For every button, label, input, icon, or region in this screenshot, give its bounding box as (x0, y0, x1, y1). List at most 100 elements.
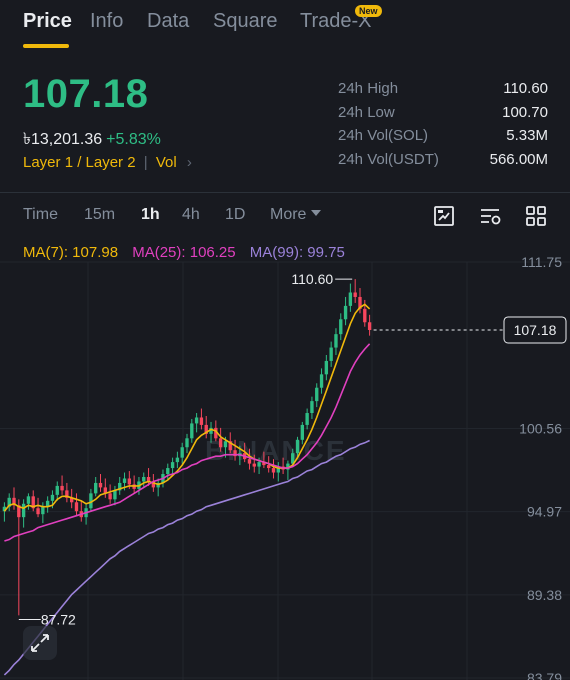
candle-body (329, 347, 333, 361)
tab-square[interactable]: Square (213, 10, 278, 33)
interval-more[interactable]: More (270, 206, 322, 224)
stat-label: 24h Low (338, 103, 395, 121)
candle-body (223, 441, 228, 448)
last-price: 107.18 (23, 72, 149, 116)
candle-body (199, 417, 204, 425)
candle-body (170, 462, 175, 469)
active-tab-indicator (23, 44, 69, 48)
layout-grid-icon[interactable] (524, 204, 548, 228)
tag-separator: | (143, 154, 148, 171)
stat-row-low: 24h Low 100.70 (338, 104, 548, 128)
stat-value: 100.70 (502, 103, 548, 121)
tab-data[interactable]: Data (147, 10, 189, 33)
tab-price[interactable]: Price (23, 10, 72, 33)
top-tab-bar: Price Info Data Square Trade-X New (0, 0, 570, 52)
candle-body (339, 319, 343, 335)
stat-value: 110.60 (503, 80, 548, 97)
price-chart[interactable]: BINANCE111.75100.5694.9789.3883.79110.60… (0, 232, 570, 680)
new-badge: New (355, 5, 382, 17)
candle-body (175, 457, 180, 463)
candle-body (166, 468, 170, 475)
chevron-right-icon[interactable]: › (187, 154, 192, 171)
candle-body (190, 423, 194, 439)
candle-body (185, 438, 189, 448)
ma-legend: MA(7): 107.98 MA(25): 106.25 MA(99): 99.… (23, 244, 355, 261)
candle-body (142, 476, 146, 482)
expand-icon (31, 634, 49, 652)
fullscreen-button[interactable] (23, 626, 57, 660)
candle-body (180, 447, 184, 458)
candle-body (113, 490, 117, 500)
candle-body (300, 424, 305, 440)
candle-body (41, 506, 45, 515)
candle-body (343, 305, 348, 320)
candle-body (122, 478, 127, 483)
interval-1h[interactable]: 1h (141, 206, 160, 224)
candle-body (26, 496, 31, 504)
candle-body (257, 462, 261, 467)
ma25-label: MA(25): 106.25 (132, 244, 236, 261)
candle-body (348, 292, 353, 306)
candle-body (310, 401, 314, 414)
stat-row-vol-sol: 24h Vol(SOL) 5.33M (338, 127, 548, 151)
candle-body (98, 482, 103, 488)
candle-body (252, 463, 256, 467)
candle-body (353, 292, 357, 297)
candle-body (194, 417, 199, 424)
candle-body (108, 493, 112, 500)
local-currency-price: ৳13,201.36 (23, 131, 103, 148)
candle-body (267, 465, 271, 469)
section-divider (0, 192, 570, 193)
interval-15m[interactable]: 15m (84, 206, 115, 224)
stat-row-vol-usdt: 24h Vol(USDT) 566.00M (338, 151, 548, 175)
candle-body (55, 485, 59, 495)
candle-body (60, 485, 64, 491)
candle-body (324, 360, 329, 375)
chart-settings-icon[interactable] (432, 204, 456, 228)
y-tick-label: 111.75 (521, 254, 562, 270)
ma7-label: MA(7): 107.98 (23, 244, 119, 261)
candle-body (334, 334, 338, 348)
price-sub-line: ৳13,201.36 +5.83% (23, 126, 161, 153)
stat-label: 24h Vol(USDT) (338, 150, 439, 168)
stat-value: 566.00M (489, 150, 548, 168)
vol-tag[interactable]: Vol (156, 154, 177, 171)
y-tick-label: 83.79 (527, 670, 562, 680)
stat-label: 24h High (338, 80, 399, 97)
candle-body (74, 502, 79, 512)
candle-body (36, 508, 40, 515)
candle-body (271, 468, 276, 473)
stat-value: 5.33M (506, 127, 548, 144)
y-tick-label: 100.56 (519, 420, 562, 436)
candle-body (50, 494, 55, 501)
stat-row-high: 24h High 110.60 (338, 80, 548, 104)
ma-line-ma99 (3, 439, 370, 676)
candle-body (21, 503, 26, 518)
candle-body (319, 374, 324, 388)
y-tick-label: 94.97 (527, 504, 562, 520)
high-marker-label: 110.60 (291, 271, 333, 287)
current-price-label: 107.18 (514, 322, 557, 338)
category-tags[interactable]: Layer 1 / Layer 2 | Vol › (23, 154, 192, 171)
interval-time[interactable]: Time (23, 206, 58, 224)
candle-body (295, 439, 300, 454)
indicator-settings-icon[interactable] (478, 204, 502, 228)
candle-body (367, 322, 372, 330)
stat-label: 24h Vol(SOL) (338, 127, 429, 144)
interval-1d[interactable]: 1D (225, 206, 245, 224)
ma99-label: MA(99): 99.75 (249, 244, 345, 261)
candle-body (363, 308, 367, 323)
candle-body (315, 387, 319, 402)
candle-body (218, 438, 223, 448)
interval-4h[interactable]: 4h (182, 206, 200, 224)
y-tick-label: 89.38 (527, 587, 562, 603)
ma-line-ma7 (3, 303, 371, 512)
more-label: More (270, 206, 307, 223)
layer-tag[interactable]: Layer 1 / Layer 2 (23, 154, 136, 171)
tab-info[interactable]: Info (90, 10, 123, 33)
candle-body (127, 478, 132, 485)
change-percent: +5.83% (106, 131, 161, 148)
candle-body (94, 482, 98, 494)
candle-body (305, 413, 309, 425)
stats-panel: 24h High 110.60 24h Low 100.70 24h Vol(S… (338, 80, 548, 174)
